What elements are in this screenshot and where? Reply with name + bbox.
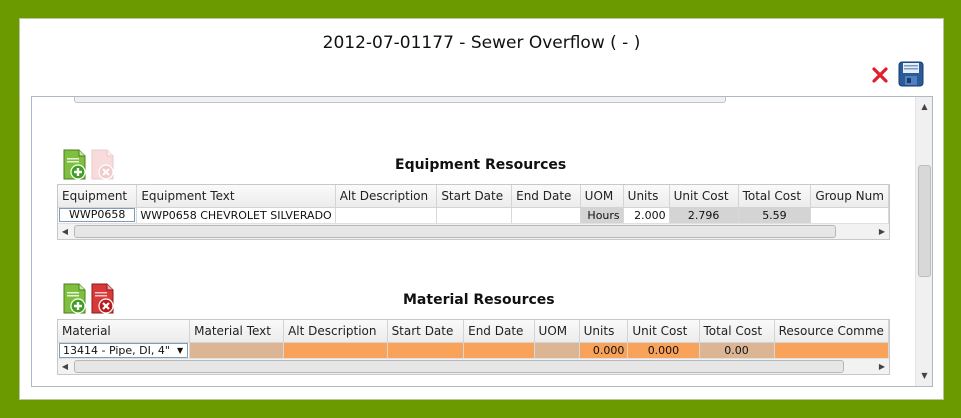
column-header-units[interactable]: Units xyxy=(579,320,629,343)
material-text-cell xyxy=(189,342,285,358)
column-header-alt-description[interactable]: Alt Description xyxy=(335,185,438,208)
resource-comment-cell[interactable] xyxy=(774,342,889,358)
column-header-alt-description[interactable]: Alt Description xyxy=(283,320,388,343)
total-cost-cell: 0.00 xyxy=(699,342,775,358)
unit-cost-cell[interactable]: 0.000 xyxy=(627,342,700,358)
scroll-left-arrow-icon[interactable]: ◀ xyxy=(58,359,72,374)
start-date-cell[interactable] xyxy=(387,342,465,358)
dropdown-arrow-icon[interactable]: ▼ xyxy=(177,344,183,357)
scroll-right-arrow-icon[interactable]: ▶ xyxy=(875,224,889,239)
column-header-equipment[interactable]: Equipment xyxy=(58,185,138,208)
start-date-cell[interactable] xyxy=(436,207,513,223)
equipment-cell[interactable]: WWP0658 xyxy=(58,207,138,223)
vertical-scrollbar[interactable]: ▲ ▼ xyxy=(915,97,932,386)
alt-description-cell[interactable] xyxy=(283,342,388,358)
horizontal-scroll-thumb[interactable] xyxy=(74,225,836,238)
alt-description-cell[interactable] xyxy=(335,207,438,223)
unit-cost-cell: 2.796 xyxy=(669,207,739,223)
column-header-end-date[interactable]: End Date xyxy=(511,185,581,208)
column-header-total-cost[interactable]: Total Cost xyxy=(699,320,775,343)
scroll-up-arrow-icon[interactable]: ▲ xyxy=(916,99,932,115)
column-header-units[interactable]: Units xyxy=(623,185,670,208)
table-row[interactable]: 13414 - Pipe, DI, 4" ▼ 0.000 0.000 0.00 xyxy=(58,342,889,358)
table-row[interactable]: WWP0658 WWP0658 CHEVROLET SILVERADO Hour… xyxy=(58,207,889,223)
column-header-start-date[interactable]: Start Date xyxy=(387,320,465,343)
material-horizontal-scrollbar[interactable]: ◀ ▶ xyxy=(58,358,889,374)
material-remove-button[interactable] xyxy=(90,283,118,315)
equipment-text-cell: WWP0658 CHEVROLET SILVERADO xyxy=(136,207,336,223)
column-header-uom[interactable]: UOM xyxy=(534,320,580,343)
uom-cell xyxy=(534,342,580,358)
units-cell[interactable]: 0.000 xyxy=(579,342,629,358)
units-cell[interactable]: 2.000 xyxy=(623,207,670,223)
dialog-window: 2012-07-01177 - Sewer Overflow ( - ) ▲ ▼ xyxy=(19,18,944,400)
equipment-add-button[interactable] xyxy=(62,149,90,181)
column-header-material-text[interactable]: Material Text xyxy=(189,320,285,343)
material-grid: Material Material Text Alt Description S… xyxy=(57,319,890,375)
end-date-cell[interactable] xyxy=(511,207,581,223)
uom-cell: Hours xyxy=(580,207,624,223)
scroll-right-arrow-icon[interactable]: ▶ xyxy=(875,359,889,374)
column-header-group-num[interactable]: Group Num xyxy=(810,185,889,208)
equipment-grid: Equipment Equipment Text Alt Description… xyxy=(57,184,890,240)
material-add-button[interactable] xyxy=(62,283,90,315)
equipment-input[interactable]: WWP0658 xyxy=(59,208,136,223)
end-date-cell[interactable] xyxy=(463,342,535,358)
column-header-equipment-text[interactable]: Equipment Text xyxy=(136,185,336,208)
column-header-end-date[interactable]: End Date xyxy=(463,320,535,343)
equipment-horizontal-scrollbar[interactable]: ◀ ▶ xyxy=(58,223,889,239)
material-cell[interactable]: 13414 - Pipe, DI, 4" ▼ xyxy=(58,342,191,358)
column-header-total-cost[interactable]: Total Cost xyxy=(738,185,812,208)
column-header-uom[interactable]: UOM xyxy=(580,185,624,208)
vertical-scroll-thumb[interactable] xyxy=(918,165,931,277)
group-num-cell[interactable] xyxy=(810,207,889,223)
column-header-resource-comment[interactable]: Resource Comme xyxy=(774,320,889,343)
scroll-left-arrow-icon[interactable]: ◀ xyxy=(58,224,72,239)
material-section-title: Material Resources xyxy=(403,292,555,308)
equipment-remove-button[interactable] xyxy=(90,149,118,181)
close-icon[interactable] xyxy=(871,66,889,84)
horizontal-scroll-thumb[interactable] xyxy=(74,360,844,373)
material-select[interactable]: 13414 - Pipe, DI, 4" ▼ xyxy=(59,342,189,358)
resources-panel: ▲ ▼ Equipment Resources Equipment Equipm… xyxy=(31,96,933,387)
window-title: 2012-07-01177 - Sewer Overflow ( - ) xyxy=(322,33,641,53)
total-cost-cell: 5.59 xyxy=(738,207,812,223)
save-icon[interactable] xyxy=(898,61,924,87)
scroll-down-arrow-icon[interactable]: ▼ xyxy=(916,368,932,384)
column-header-start-date[interactable]: Start Date xyxy=(436,185,513,208)
column-header-unit-cost[interactable]: Unit Cost xyxy=(669,185,739,208)
column-header-unit-cost[interactable]: Unit Cost xyxy=(627,320,700,343)
column-header-material[interactable]: Material xyxy=(58,320,191,343)
top-scrollbar-remnant[interactable] xyxy=(74,97,726,103)
equipment-section-title: Equipment Resources xyxy=(395,157,567,173)
material-select-value: 13414 - Pipe, DI, 4" xyxy=(63,343,170,357)
